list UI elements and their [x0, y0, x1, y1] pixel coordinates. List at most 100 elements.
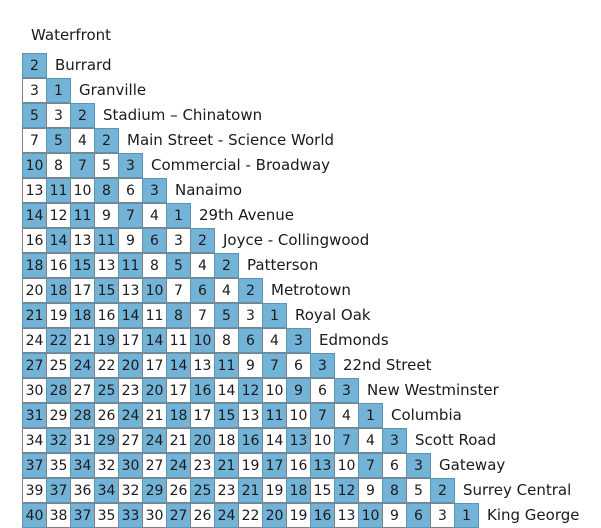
matrix-cell: 10	[262, 378, 287, 403]
matrix-cell: 7	[190, 303, 215, 328]
matrix-cell: 13	[310, 453, 335, 478]
matrix-row: 31 29 28 26 24 21 18 17 15 13 11 10 7 4 1 Columbia	[22, 403, 462, 428]
matrix-cell: 10	[334, 453, 359, 478]
matrix-cell: 25	[46, 353, 71, 378]
matrix-cell: 6	[310, 378, 335, 403]
matrix-cell: 27	[142, 453, 167, 478]
matrix-cell: 14	[118, 303, 143, 328]
matrix-cell: 11	[262, 403, 287, 428]
matrix-cell: 24	[166, 453, 191, 478]
station-label: 29th Avenue	[199, 206, 294, 224]
matrix-cell: 11	[142, 303, 167, 328]
matrix-cell: 18	[22, 253, 47, 278]
matrix-cell: 14	[46, 228, 71, 253]
matrix-cell: 18	[214, 428, 239, 453]
station-label: Commercial - Broadway	[151, 156, 331, 174]
matrix-cell: 4	[70, 128, 95, 153]
matrix-cell: 10	[190, 328, 215, 353]
matrix-cell: 20	[22, 278, 47, 303]
matrix-cell: 4	[358, 428, 383, 453]
matrix-row: 18 16 15 13 11 8 5 4 2 Patterson	[22, 253, 318, 278]
matrix-cell: 20	[118, 353, 143, 378]
matrix-cell: 14	[22, 203, 47, 228]
matrix-cell: 9	[94, 203, 119, 228]
matrix-cell: 3	[46, 103, 71, 128]
matrix-cell: 4	[334, 403, 359, 428]
matrix-cell: 10	[358, 503, 383, 528]
matrix-cell: 11	[166, 328, 191, 353]
matrix-row: 24 22 21 19 17 14 11 10 8 6 4 3 Edmonds	[22, 328, 389, 353]
matrix-cell: 21	[166, 428, 191, 453]
matrix-cell: 13	[334, 503, 359, 528]
matrix-cell: 14	[142, 328, 167, 353]
matrix-cell: 9	[238, 353, 263, 378]
matrix-cell: 26	[166, 478, 191, 503]
matrix-row: 14 12 11 9 7 4 1 29th Avenue	[22, 203, 294, 228]
matrix-cell: 9	[286, 378, 311, 403]
matrix-cell: 30	[118, 453, 143, 478]
matrix-cell: 21	[142, 403, 167, 428]
matrix-cell: 3	[310, 353, 335, 378]
matrix-cell: 2	[94, 128, 119, 153]
matrix-row: 27 25 24 22 20 17 14 13 11 9 7 6 3 22nd Street	[22, 353, 431, 378]
matrix-cell: 16	[94, 303, 119, 328]
matrix-cell: 7	[310, 403, 335, 428]
matrix-cell: 13	[190, 353, 215, 378]
matrix-cell: 31	[70, 428, 95, 453]
matrix-cell: 13	[238, 403, 263, 428]
matrix-cell: 16	[238, 428, 263, 453]
matrix-cell: 3	[286, 328, 311, 353]
matrix-cell: 5	[94, 153, 119, 178]
matrix-cell: 20	[262, 503, 287, 528]
matrix-cell: 26	[190, 503, 215, 528]
matrix-cell: 12	[238, 378, 263, 403]
matrix-cell: 13	[22, 178, 47, 203]
matrix-cell: 3	[166, 228, 191, 253]
matrix-cell: 19	[46, 303, 71, 328]
matrix-cell: 14	[214, 378, 239, 403]
matrix-cell: 25	[94, 378, 119, 403]
matrix-row: 20 18 17 15 13 10 7 6 4 2 Metrotown	[22, 278, 351, 303]
matrix-cell: 17	[118, 328, 143, 353]
matrix-cell: 19	[94, 328, 119, 353]
matrix-row: 16 14 13 11 9 6 3 2 Joyce - Collingwood	[22, 228, 369, 253]
matrix-cell: 2	[22, 53, 47, 78]
matrix-cell: 37	[46, 478, 71, 503]
matrix-cell: 6	[118, 178, 143, 203]
matrix-cell: 9	[118, 228, 143, 253]
matrix-cell: 34	[22, 428, 47, 453]
matrix-cell: 18	[46, 278, 71, 303]
matrix-cell: 24	[70, 353, 95, 378]
matrix-cell: 6	[382, 453, 407, 478]
station-label: 22nd Street	[343, 356, 432, 374]
matrix-cell: 10	[310, 428, 335, 453]
matrix-cell: 15	[310, 478, 335, 503]
matrix-cell: 22	[46, 328, 71, 353]
matrix-cell: 27	[166, 503, 191, 528]
matrix-cell: 23	[214, 478, 239, 503]
matrix-cell: 9	[382, 503, 407, 528]
matrix-cell: 6	[286, 353, 311, 378]
matrix-cell: 1	[46, 78, 71, 103]
matrix-cell: 4	[190, 253, 215, 278]
station-label: Scott Road	[415, 431, 497, 449]
matrix-cell: 17	[262, 453, 287, 478]
matrix-cell: 16	[190, 378, 215, 403]
matrix-cell: 8	[214, 328, 239, 353]
matrix-cell: 11	[46, 178, 71, 203]
matrix-row: 30 28 27 25 23 20 17 16 14 12 10 9 6 3 New Westminster	[22, 378, 499, 403]
matrix-cell: 22	[238, 503, 263, 528]
matrix-cell: 3	[430, 503, 455, 528]
matrix-cell: 11	[70, 203, 95, 228]
station-label: Patterson	[247, 256, 319, 274]
matrix-cell: 24	[142, 428, 167, 453]
matrix-cell: 13	[70, 228, 95, 253]
matrix-cell: 24	[22, 328, 47, 353]
matrix-cell: 2	[430, 478, 455, 503]
station-label: Granville	[79, 81, 147, 99]
matrix-cell: 30	[142, 503, 167, 528]
station-label: Nanaimo	[175, 181, 243, 199]
station-label: Royal Oak	[295, 306, 371, 324]
matrix-cell: 39	[22, 478, 47, 503]
matrix-cell: 6	[190, 278, 215, 303]
